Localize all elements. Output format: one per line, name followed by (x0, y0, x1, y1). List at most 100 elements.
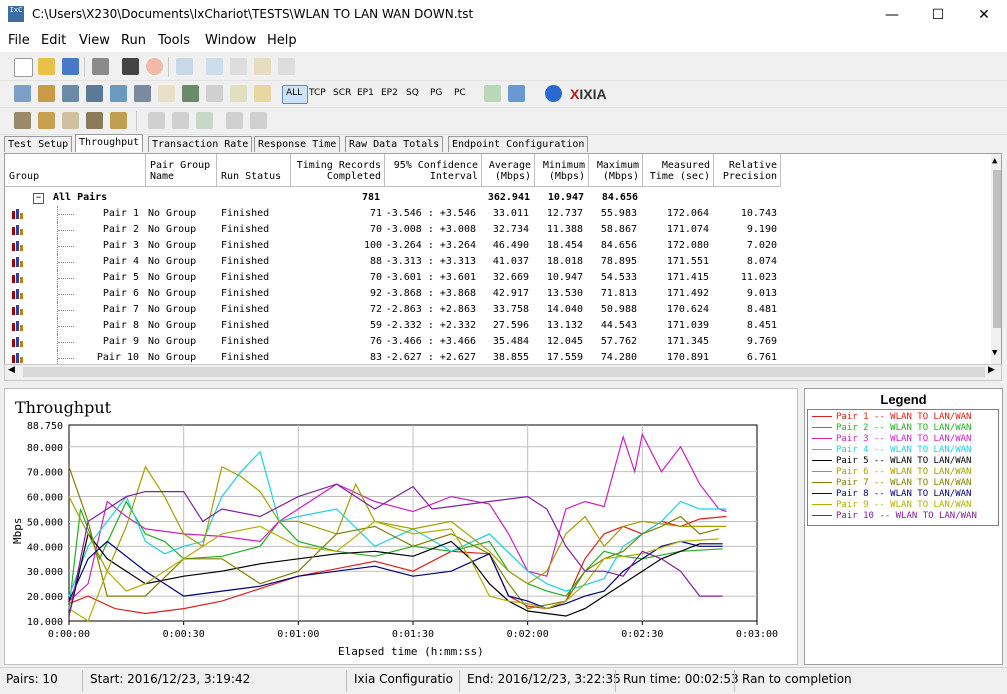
filter-tcp[interactable]: TCP (309, 88, 326, 98)
legend-entry[interactable]: Pair 8 -- WLAN TO LAN/WAN (812, 489, 971, 499)
sort-icon[interactable] (254, 85, 271, 102)
endpoint-config-icon[interactable] (110, 112, 127, 129)
legend-entry[interactable]: Pair 9 -- WLAN TO LAN/WAN (812, 500, 971, 510)
add-multicast-icon[interactable] (38, 85, 55, 102)
endpoint-edit-icon[interactable] (38, 112, 55, 129)
menu-file[interactable]: File (8, 33, 30, 48)
legend-entry[interactable]: Pair 10 -- WLAN TO LAN/WAN (812, 511, 977, 521)
window-icon[interactable] (176, 58, 193, 75)
cut-icon[interactable] (206, 58, 223, 75)
col-header-average[interactable]: Average (Mbps) (482, 154, 535, 187)
legend-entry[interactable]: Pair 4 -- WLAN TO LAN/WAN (812, 445, 971, 455)
menu-help[interactable]: Help (267, 33, 297, 48)
stop-icon[interactable] (146, 58, 163, 75)
pair-chart-icon[interactable] (12, 257, 23, 267)
legend-entry[interactable]: Pair 1 -- WLAN TO LAN/WAN (812, 412, 971, 422)
table-row[interactable]: Pair 9 No Group Finished 76 -3.466 : +3.466 3… (5, 334, 785, 350)
col-header-relative-precision[interactable]: Relative Precision (714, 154, 781, 187)
hscroll-thumb[interactable] (23, 367, 985, 377)
tab-throughput[interactable]: Throughput (75, 134, 144, 152)
copy-icon[interactable] (230, 58, 247, 75)
table-row[interactable]: Pair 5 No Group Finished 70 -3.601 : +3.601 3… (5, 270, 785, 286)
open-folder-icon[interactable] (38, 58, 55, 75)
tab-test-setup[interactable]: Test Setup (4, 136, 73, 152)
table-row[interactable]: Pair 10 No Group Finished 83 -2.627 : +2.627… (5, 350, 785, 364)
col-header-minimum[interactable]: Minimum (Mbps) (535, 154, 589, 187)
legend-entry[interactable]: Pair 5 -- WLAN TO LAN/WAN (812, 456, 971, 466)
legend-entry[interactable]: Pair 6 -- WLAN TO LAN/WAN (812, 467, 971, 477)
filter-ep1[interactable]: EP1 (357, 88, 374, 98)
pair-chart-icon[interactable] (12, 273, 23, 283)
paste-icon[interactable] (254, 58, 271, 75)
network-icon[interactable] (86, 85, 103, 102)
table-row[interactable]: Pair 8 No Group Finished 59 -2.332 : +2.332 2… (5, 318, 785, 334)
legend-entry[interactable]: Pair 3 -- WLAN TO LAN/WAN (812, 434, 971, 444)
tab-raw-data-totals[interactable]: Raw Data Totals (345, 136, 444, 152)
scroll-right-icon[interactable]: ▶ (988, 365, 995, 375)
endpoint-disabled-icon[interactable] (62, 112, 79, 129)
col-header-measured-time[interactable]: Measured Time (sec) (643, 154, 714, 187)
tab-endpoint-configuration[interactable]: Endpoint Configuration (448, 136, 589, 152)
menu-tools[interactable]: Tools (158, 33, 190, 48)
pair-chart-icon[interactable] (12, 353, 23, 363)
filter-scr[interactable]: SCR (333, 88, 351, 98)
align-icon[interactable] (196, 112, 213, 129)
menu-edit[interactable]: Edit (41, 33, 66, 48)
swap-icon[interactable] (182, 85, 199, 102)
menu-run[interactable]: Run (121, 33, 146, 48)
info-icon[interactable] (545, 85, 562, 102)
video-pair-icon[interactable] (134, 85, 151, 102)
table-row[interactable]: Pair 3 No Group Finished 100 -3.264 : +3.264… (5, 238, 785, 254)
run-icon[interactable] (122, 58, 139, 75)
close-button[interactable]: ✕ (961, 0, 1007, 30)
add-pair-icon[interactable] (14, 85, 31, 102)
tab-response-time[interactable]: Response Time (254, 136, 341, 152)
layout-icon[interactable] (226, 112, 243, 129)
export-icon[interactable] (484, 85, 501, 102)
col-header-timing-records[interactable]: Timing Records Completed (291, 154, 385, 187)
menu-view[interactable]: View (79, 33, 110, 48)
minimize-button[interactable]: — (869, 0, 915, 30)
table-row[interactable]: Pair 4 No Group Finished 88 -3.313 : +3.313 4… (5, 254, 785, 270)
table-horizontal-scrollbar[interactable]: ◀ ▶ (4, 364, 1002, 381)
endpoint-group-icon[interactable] (86, 112, 103, 129)
table-vertical-scrollbar[interactable]: ▲ ▼ (991, 154, 1001, 364)
col-header-run-status[interactable]: Run Status (217, 154, 291, 187)
collapse-icon[interactable] (172, 112, 189, 129)
new-file-icon[interactable] (14, 58, 33, 77)
legend-entry[interactable]: Pair 2 -- WLAN TO LAN/WAN (812, 423, 971, 433)
col-header-maximum[interactable]: Maximum (Mbps) (589, 154, 643, 187)
filter-pg[interactable]: PG (430, 88, 442, 98)
print-icon[interactable] (92, 58, 109, 75)
scroll-thumb[interactable] (993, 170, 1001, 328)
scroll-left-icon[interactable]: ◀ (8, 365, 15, 375)
save-results-icon[interactable] (508, 85, 525, 102)
table-row[interactable]: Pair 1 No Group Finished 71 -3.546 : +3.546 3… (5, 206, 785, 222)
collapse-icon[interactable]: − (33, 193, 44, 204)
maximize-button[interactable]: ☐ (915, 0, 961, 30)
save-icon[interactable] (62, 58, 79, 75)
filter-sq[interactable]: SQ (406, 88, 419, 98)
legend-entry[interactable]: Pair 7 -- WLAN TO LAN/WAN (812, 478, 971, 488)
pair-chart-icon[interactable] (12, 337, 23, 347)
pair-chart-icon[interactable] (12, 289, 23, 299)
filter-pc[interactable]: PC (454, 88, 466, 98)
scroll-down-icon[interactable]: ▼ (992, 348, 997, 358)
tab-transaction-rate[interactable]: Transaction Rate (148, 136, 253, 152)
endpoint-tool-icon[interactable] (14, 112, 31, 129)
scroll-up-icon[interactable]: ▲ (992, 156, 997, 166)
filter-ep2[interactable]: EP2 (381, 88, 398, 98)
pair-chart-icon[interactable] (12, 225, 23, 235)
col-header-group[interactable]: Group (5, 154, 146, 187)
edit-pair-icon[interactable] (62, 85, 79, 102)
pair-chart-icon[interactable] (12, 305, 23, 315)
pair-chart-icon[interactable] (12, 321, 23, 331)
pair-chart-icon[interactable] (12, 209, 23, 219)
disabled-tool-icon[interactable] (206, 85, 223, 102)
expand-icon[interactable] (148, 112, 165, 129)
table-row[interactable]: Pair 2 No Group Finished 70 -3.008 : +3.008 3… (5, 222, 785, 238)
table-row[interactable]: Pair 7 No Group Finished 72 -2.863 : +2.863 3… (5, 302, 785, 318)
col-header-pair-group-name[interactable]: Pair Group Name (146, 154, 217, 187)
pair-chart-icon[interactable] (12, 241, 23, 251)
edit-script-icon[interactable] (158, 85, 175, 102)
